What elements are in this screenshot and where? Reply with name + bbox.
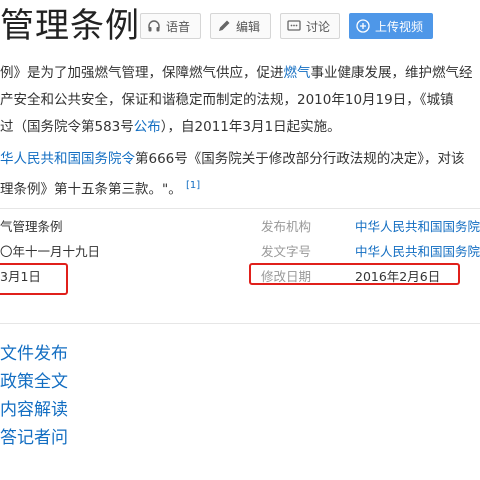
related-link-file-release[interactable]: 文件发布: [0, 342, 68, 366]
related-link-full-policy[interactable]: 政策全文: [0, 370, 68, 394]
headphones-icon: [147, 19, 161, 33]
reference-link[interactable]: [1]: [186, 180, 200, 191]
info-label-publisher: 发布机构: [261, 219, 312, 234]
info-value-doc-number[interactable]: 中华人民共和国国务院令: [355, 243, 480, 261]
intro-line-3-a: 过（国务院令第583号: [0, 119, 134, 135]
amend-line-2-text: 理条例》第十五条第三款。"。: [0, 181, 182, 198]
divider: [0, 323, 480, 324]
intro-line-3: 过（国务院令第583号公布），自2011年3月1日起实施。: [0, 114, 341, 140]
voice-label: 语音: [166, 19, 191, 34]
intro-line-1: 例》是为了加强燃气管理，保障燃气供应，促进燃气事业健康发展，维护燃气经: [0, 60, 473, 86]
intro-line-3-b: ），自2011年3月1日起实施。: [160, 119, 341, 135]
edit-button[interactable]: 编辑: [210, 13, 271, 39]
page-title: 管理条例: [0, 6, 140, 46]
info-label-doc-number: 发文字号: [261, 244, 312, 259]
amend-line-2: 理条例》第十五条第三款。"。 [1]: [0, 173, 200, 203]
discuss-button[interactable]: 讨论: [280, 13, 340, 39]
pencil-icon: [217, 19, 231, 33]
gas-link[interactable]: 燃气: [284, 65, 311, 81]
related-link-interpretation[interactable]: 内容解读: [0, 398, 68, 422]
highlight-box-effective-date: [0, 263, 68, 295]
amend-line-1: 华人民共和国国务院令第666号《国务院关于修改部分行政法规的决定》，对该: [0, 146, 465, 172]
info-left-1: 气管理条例: [0, 219, 63, 234]
discuss-label: 讨论: [306, 19, 331, 34]
divider: [0, 208, 480, 209]
amend-line-1-text: 第666号《国务院关于修改部分行政法规的决定》，对该: [135, 151, 465, 167]
publish-link[interactable]: 公布: [134, 119, 161, 135]
upload-video-button[interactable]: 上传视频: [349, 13, 433, 39]
comment-icon: [287, 19, 301, 33]
upload-label: 上传视频: [375, 19, 424, 34]
plus-circle-icon: [356, 19, 370, 33]
info-left-2: 〇年十一月十九日: [0, 244, 101, 259]
intro-line-2: 产安全和公共安全，保证和谐稳定而制定的法规，2010年10月19日，《城镇: [0, 92, 454, 108]
edit-label: 编辑: [236, 19, 261, 34]
info-value-publisher[interactable]: 中华人民共和国国务院令: [355, 218, 480, 236]
intro-line-1-text: 例》是为了加强燃气管理，保障燃气供应，促进燃气事业健康发展，维护燃气经: [0, 65, 473, 81]
related-link-press-qa[interactable]: 答记者问: [0, 426, 68, 450]
voice-button[interactable]: 语音: [140, 13, 201, 39]
highlight-box-modified-date: [249, 263, 460, 285]
state-council-order-link[interactable]: 华人民共和国国务院令: [0, 151, 135, 167]
